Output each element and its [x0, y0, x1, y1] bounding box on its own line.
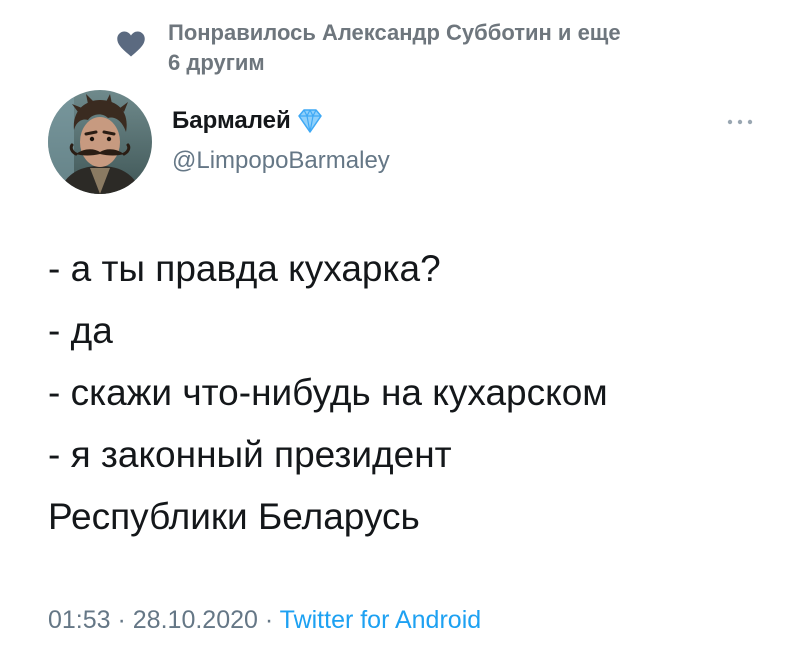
- tweet-line: - скажи что-нибудь на кухарском: [48, 372, 608, 413]
- tweet-meta: 01:53 · 28.10.2020 · Twitter for Android: [48, 603, 481, 637]
- avatar[interactable]: [48, 90, 152, 194]
- tweet-line: - да: [48, 310, 113, 351]
- tweet-source-link[interactable]: Twitter for Android: [280, 606, 481, 634]
- tweet-date: 28.10.2020: [132, 606, 258, 634]
- author-name-text: Бармалей: [172, 107, 291, 134]
- liked-by-text[interactable]: Понравилось Александр Субботин и еще 6 д…: [168, 18, 768, 78]
- author-name[interactable]: Бармалей: [172, 106, 327, 136]
- liked-by-line-1: Понравилось Александр Субботин и еще: [168, 20, 621, 45]
- liked-by-line-2: 6 другим: [168, 50, 265, 75]
- meta-separator: ·: [110, 606, 133, 634]
- author-handle[interactable]: @LimpopoBarmaley: [172, 146, 390, 176]
- tweet-time: 01:53: [48, 606, 111, 634]
- avatar-image: [48, 90, 152, 194]
- heart-icon: [117, 31, 145, 57]
- tweet-text: - а ты правда кухарка? - да - скажи что-…: [48, 238, 768, 548]
- diamond-icon: [298, 109, 322, 133]
- tweet-line: - я законный президент: [48, 434, 452, 475]
- more-options-icon[interactable]: [722, 112, 758, 132]
- tweet-line: - а ты правда кухарка?: [48, 248, 441, 289]
- meta-separator: ·: [257, 606, 280, 634]
- tweet-line: Республики Беларусь: [48, 496, 420, 537]
